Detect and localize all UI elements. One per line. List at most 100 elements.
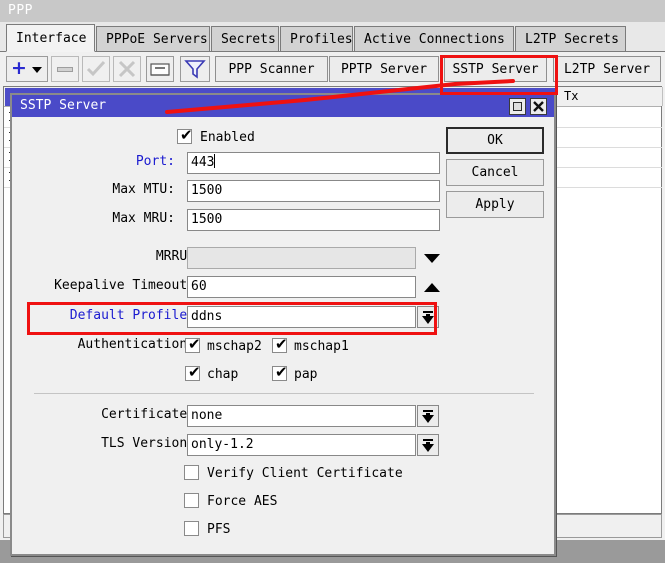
cancel-button[interactable]: Cancel [446,159,544,186]
dropdown-bar-icon [423,439,433,441]
ppp-scanner-button[interactable]: PPP Scanner [215,56,328,82]
max-mru-value: 1500 [191,212,222,227]
close-button[interactable] [530,98,547,115]
tab-secrets[interactable]: Secrets [211,26,279,51]
check-glyph: ✔ [275,365,288,380]
keepalive-value: 60 [191,279,207,294]
max-mru-input[interactable]: 1500 [187,209,440,231]
ok-button[interactable]: OK [446,127,544,154]
certificate-input[interactable]: none [187,405,416,427]
button-label: Cancel [472,165,519,180]
field-mrru: MRRU: [32,247,452,269]
button-label: Apply [475,197,514,212]
tab-label: Active Connections [364,32,505,47]
annotation-box-sstp-server [440,55,558,95]
funnel-icon [184,59,206,79]
minus-icon [57,67,73,72]
maximize-icon [513,102,522,111]
enabled-checkbox[interactable]: ✔ [177,129,192,144]
tls-version-input[interactable]: only-1.2 [187,434,416,456]
pfs-label: PFS [207,522,230,537]
auth-label-mschap1: mschap1 [294,339,349,354]
check-icon [86,60,106,78]
port-value: 443 [191,155,214,170]
caret-down-icon [32,67,42,73]
field-label: Port: [136,152,175,174]
max-mtu-input[interactable]: 1500 [187,180,440,202]
tab-label: PPPoE Servers [106,32,208,47]
triangle-down-icon[interactable] [424,254,440,263]
add-button[interactable]: + [6,56,48,82]
max-mtu-value: 1500 [191,183,222,198]
arrow-down-icon [422,415,434,423]
cross-icon [118,60,136,78]
auth-checkbox-pap[interactable]: ✔ [272,366,287,381]
close-icon [532,100,545,113]
auth-checkbox-mschap2[interactable]: ✔ [185,338,200,353]
tls-version-dropdown-button[interactable] [417,434,439,456]
authentication-row-2: ✔ chap ✔ pap [32,363,452,385]
verify-client-certificate-label: Verify Client Certificate [207,466,403,481]
auth-label-chap: chap [207,367,238,382]
certificate-value: none [191,408,222,423]
port-input[interactable]: 443 [187,152,440,174]
annotation-box-default-profile [27,302,437,335]
tls-version-value: only-1.2 [191,437,254,452]
l2tp-server-button[interactable]: L2TP Server [553,56,661,82]
dialog-title: SSTP Server [20,98,106,113]
disable-button[interactable] [113,56,141,82]
column-label: Tx [564,89,578,103]
tab-label: L2TP Secrets [525,32,619,47]
force-aes-label: Force AES [207,494,277,509]
remove-button[interactable] [51,56,79,82]
check-glyph: ✔ [180,128,193,143]
button-label: PPTP Server [341,62,427,77]
field-label: Max MTU: [112,180,175,202]
column-header-tx[interactable]: Tx [560,87,663,106]
mrru-input[interactable] [187,247,416,269]
field-max-mru: Max MRU: 1500 [32,209,432,231]
tab-pppoe-servers[interactable]: PPPoE Servers [96,26,210,51]
button-label: PPP Scanner [228,62,314,77]
triangle-up-icon[interactable] [424,283,440,292]
toolbar: + PP [0,52,665,86]
field-max-mtu: Max MTU: 1500 [32,180,432,202]
keepalive-timeout-input[interactable]: 60 [187,276,416,298]
pfs-checkbox[interactable] [184,521,199,536]
tab-bar: Interface PPPoE Servers Secrets Profiles… [0,22,665,52]
comment-icon [150,61,170,77]
button-label: L2TP Server [564,62,650,77]
apply-button[interactable]: Apply [446,191,544,218]
check-glyph: ✔ [275,337,288,352]
check-glyph: ✔ [188,337,201,352]
tab-label: Interface [16,31,86,46]
maximize-button[interactable] [509,98,526,115]
text-cursor [214,154,215,168]
comment-button[interactable] [146,56,174,82]
enabled-label: Enabled [200,130,255,145]
tab-label: Secrets [221,32,276,47]
tab-interface[interactable]: Interface [6,24,95,52]
authentication-row: Authentication: ✔ mschap2 ✔ mschap1 [32,335,452,357]
tab-profiles[interactable]: Profiles [280,26,353,51]
field-certificate: Certificate: none [32,405,452,427]
dropdown-bar-icon [423,410,433,412]
enable-button[interactable] [82,56,110,82]
field-tls-version: TLS Version: only-1.2 [32,434,452,456]
divider [34,393,534,394]
dialog-titlebar[interactable]: SSTP Server [12,95,554,117]
auth-checkbox-mschap1[interactable]: ✔ [272,338,287,353]
verify-client-certificate-checkbox[interactable] [184,465,199,480]
tab-active-connections[interactable]: Active Connections [354,26,514,51]
pptp-server-button[interactable]: PPTP Server [329,56,439,82]
certificate-dropdown-button[interactable] [417,405,439,427]
authentication-label: Authentication: [78,335,195,357]
field-label: Max MRU: [112,209,175,231]
field-keepalive-timeout: Keepalive Timeout: 60 [32,276,452,298]
tab-l2tp-secrets[interactable]: L2TP Secrets [515,26,626,51]
arrow-down-icon [422,444,434,452]
force-aes-checkbox[interactable] [184,493,199,508]
ppp-titlebar: PPP [0,0,665,22]
filter-button[interactable] [180,56,210,82]
auth-checkbox-chap[interactable]: ✔ [185,366,200,381]
